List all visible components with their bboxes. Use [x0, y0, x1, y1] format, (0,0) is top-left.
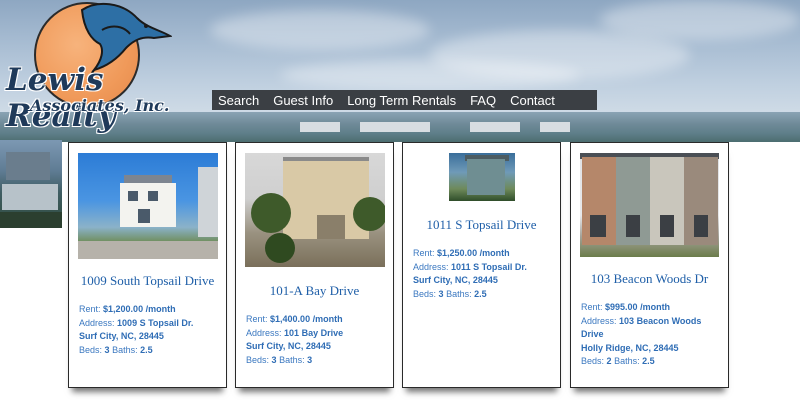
listing-photo[interactable] — [449, 153, 515, 201]
listing-title[interactable]: 103 Beacon Woods Dr — [571, 271, 728, 287]
listing-photo[interactable] — [78, 153, 218, 259]
listing-details: Rent: $1,200.00 /month Address: 1009 S T… — [79, 304, 194, 355]
listing-photo[interactable] — [580, 153, 719, 257]
listing-title[interactable]: 1011 S Topsail Drive — [403, 217, 560, 233]
listing-title[interactable]: 1009 South Topsail Drive — [69, 273, 226, 289]
baths-value: 2.5 — [474, 288, 487, 299]
beds-value: 3 — [271, 354, 277, 365]
listing-title[interactable]: 101-A Bay Drive — [236, 283, 393, 299]
city-value: Surf City, NC, 28445 — [79, 331, 164, 341]
listing-photo[interactable] — [245, 153, 385, 267]
listing-card[interactable]: 1009 South Topsail Drive Rent: $1,200.00… — [68, 142, 227, 388]
nav-guest-info[interactable]: Guest Info — [273, 93, 333, 108]
beds-value: 3 — [104, 344, 110, 355]
beds-value: 3 — [438, 288, 444, 299]
address-value: 101 Bay Drive — [284, 327, 344, 338]
baths-value: 3 — [307, 354, 313, 365]
city-value: Surf City, NC, 28445 — [246, 341, 331, 351]
listing-card[interactable]: 103 Beacon Woods Dr Rent: $995.00 /month… — [570, 142, 729, 388]
listing-card[interactable]: 1011 S Topsail Drive Rent: $1,250.00 /mo… — [402, 142, 561, 388]
main-nav: Search Guest Info Long Term Rentals FAQ … — [212, 90, 597, 110]
listing-card[interactable]: 101-A Bay Drive Rent: $1,400.00 /month A… — [235, 142, 394, 388]
address-value: 1011 S Topsail Dr. — [451, 261, 527, 272]
baths-value: 2.5 — [642, 356, 655, 366]
rent-value: $1,400.00 /month — [270, 314, 343, 324]
address-value: 1009 S Topsail Dr. — [117, 317, 194, 328]
rent-value: $1,200.00 /month — [103, 304, 176, 314]
city-value: Holly Ridge, NC, 28445 — [581, 342, 679, 353]
baths-value: 2.5 — [140, 344, 153, 355]
side-house-photo — [0, 140, 62, 228]
rent-value: $1,250.00 /month — [437, 248, 510, 258]
listing-details: Rent: $1,250.00 /month Address: 1011 S T… — [413, 248, 527, 299]
nav-long-term-rentals[interactable]: Long Term Rentals — [347, 93, 456, 108]
nav-search[interactable]: Search — [218, 93, 259, 108]
logo-subname: Associates, Inc. — [30, 96, 170, 115]
listing-details: Rent: $995.00 /month Address: 103 Beacon… — [581, 302, 702, 366]
rent-value: $995.00 /month — [605, 302, 671, 312]
company-logo[interactable]: Lewis Realty Associates, Inc. — [2, 0, 177, 134]
listing-details: Rent: $1,400.00 /month Address: 101 Bay … — [246, 314, 344, 365]
beds-value: 2 — [606, 356, 612, 366]
nav-faq[interactable]: FAQ — [470, 93, 496, 108]
nav-contact[interactable]: Contact — [510, 93, 555, 108]
city-value: Surf City, NC, 28445 — [413, 275, 498, 285]
